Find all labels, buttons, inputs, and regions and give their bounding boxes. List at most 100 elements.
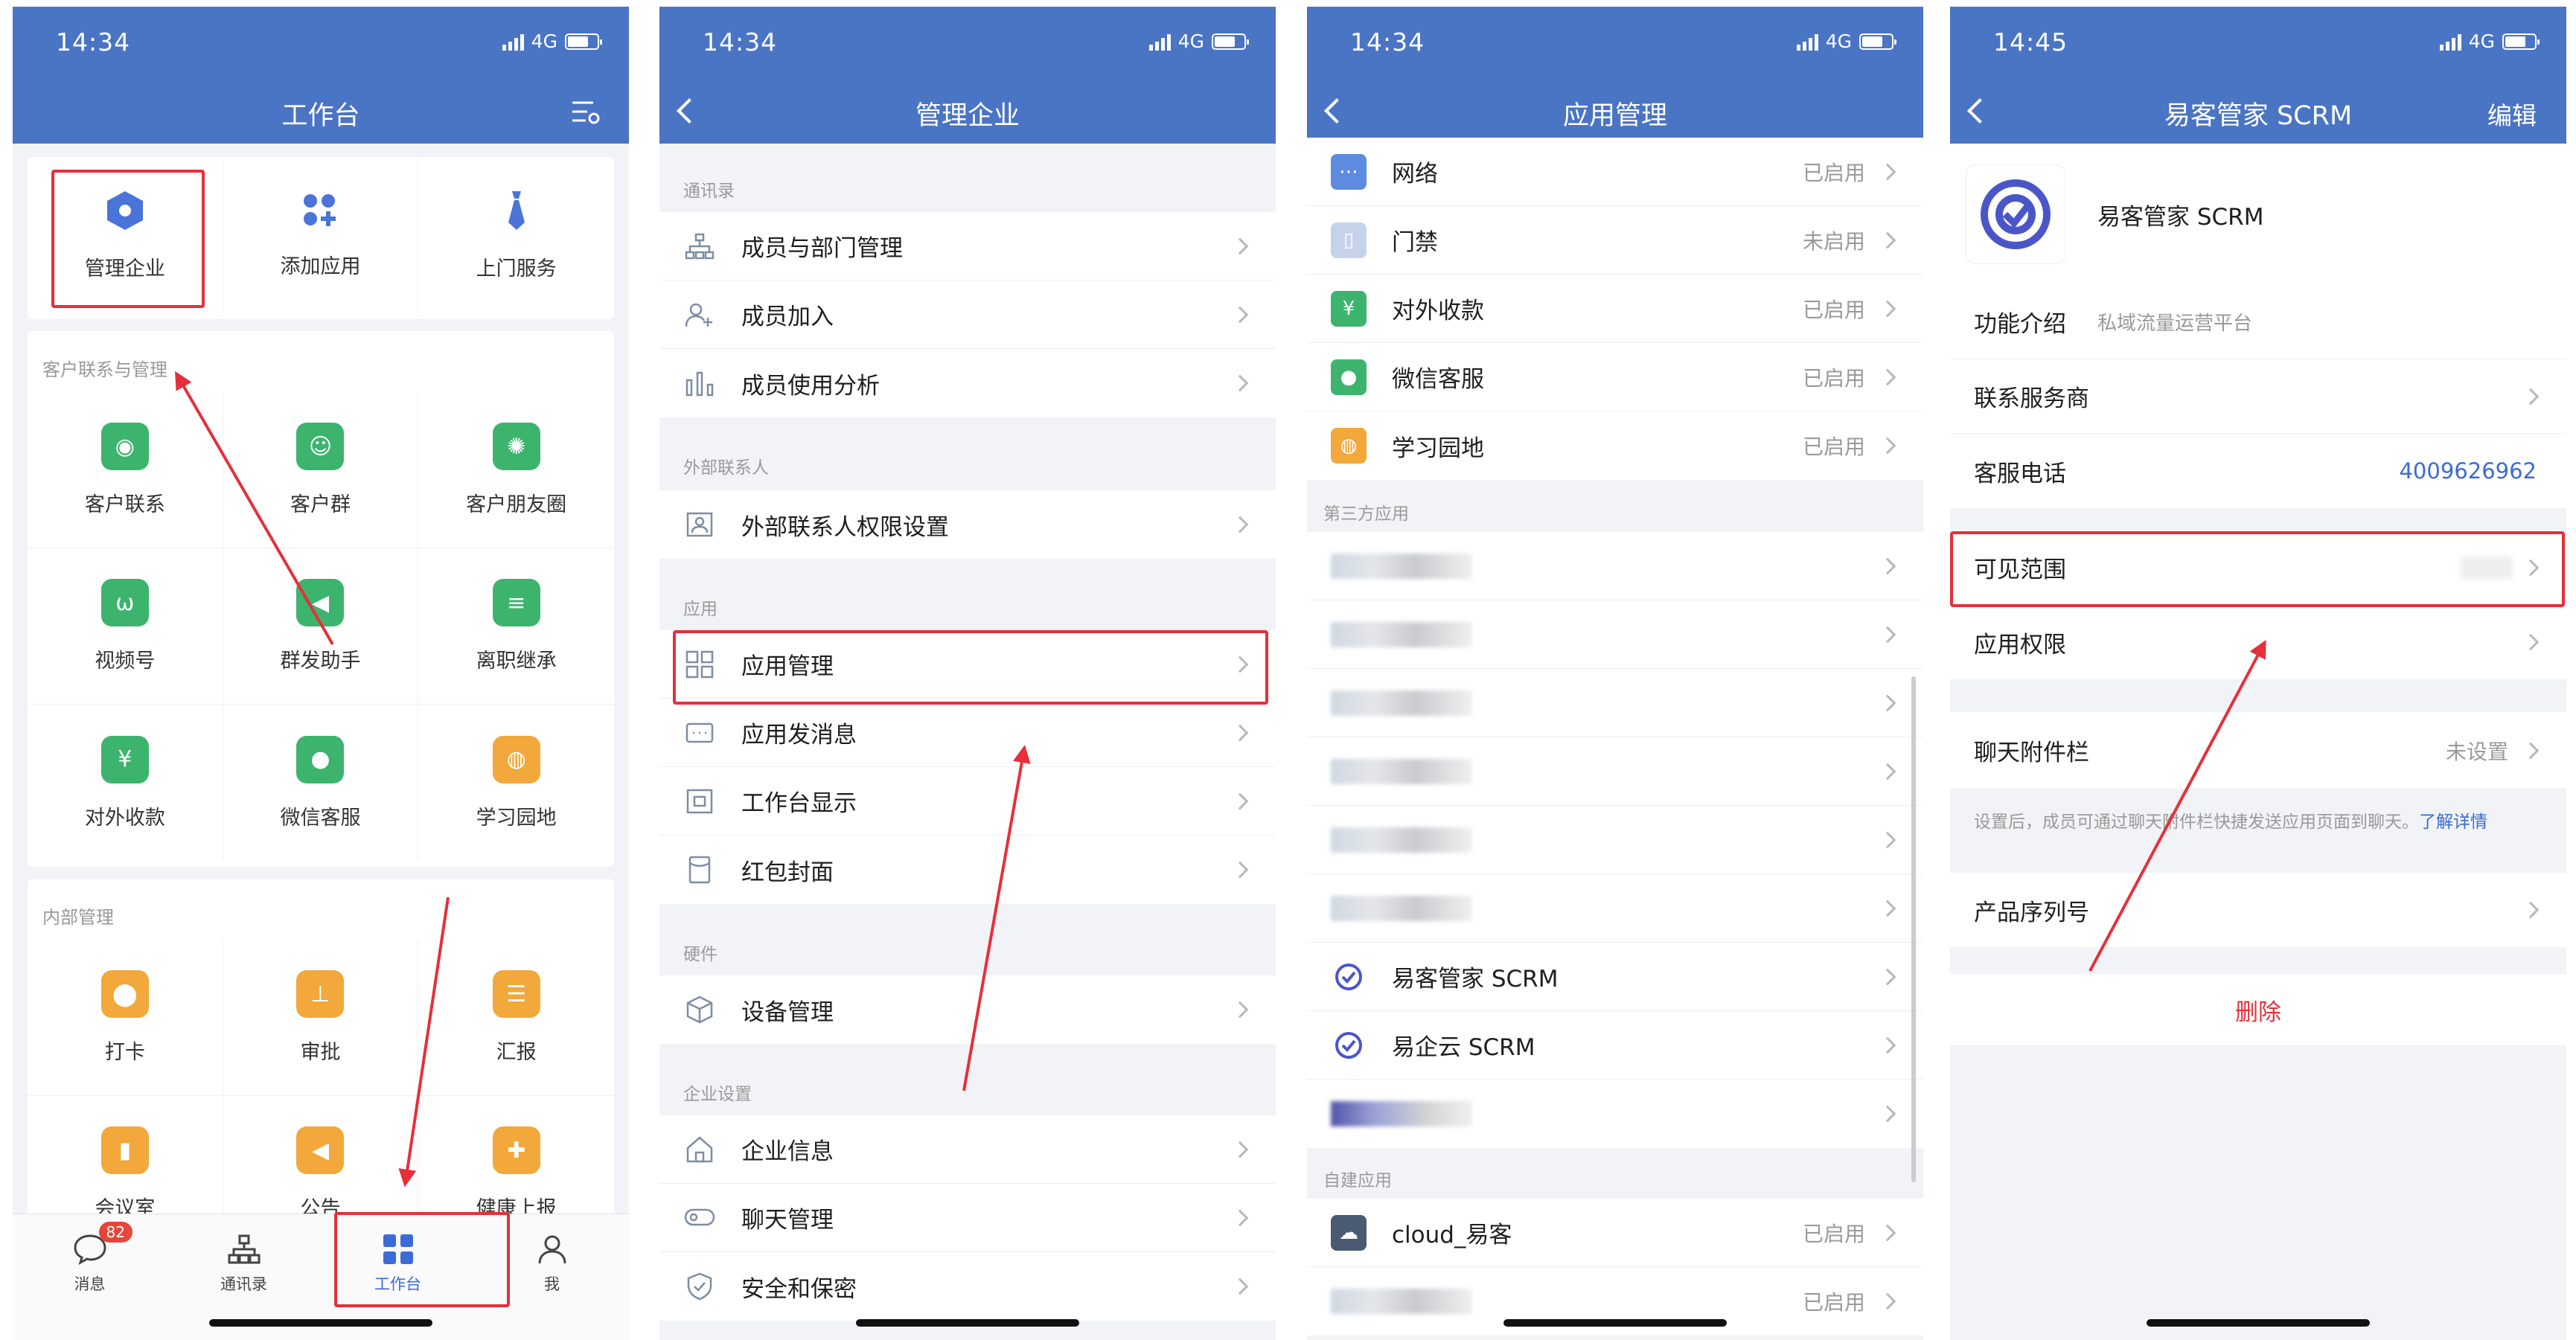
page-title: 工作台 (281, 101, 360, 131)
app-external-payment[interactable]: ¥ 对外收款 (28, 705, 223, 861)
row-member-usage[interactable]: 成员使用分析 (659, 349, 1276, 417)
row-value: 私域流量运营平台 (2097, 312, 2253, 335)
learn-more-link[interactable]: 了解详情 (2419, 812, 2487, 832)
highlight-app-management (673, 630, 1268, 705)
chevron-right-icon (1879, 900, 1896, 917)
app-row-wechat-service[interactable]: ● 微信客服 已启用 (1307, 343, 1923, 411)
app-label: 群发助手 (280, 650, 361, 673)
status-indicators: 4G (1796, 31, 1896, 52)
add-app-button[interactable]: 添加应用 (223, 157, 419, 313)
app-label: 审批 (300, 1041, 341, 1064)
chevron-right-icon (2522, 388, 2540, 405)
app-row-blurred[interactable] (1307, 532, 1923, 600)
tab-messages[interactable]: 82 消息 (13, 1214, 167, 1340)
blurred-app-entry (1331, 895, 1472, 921)
app-row-cloud-yike[interactable]: ☁ cloud_易客 已启用 (1307, 1199, 1923, 1267)
row-label: 外部联系人权限设置 (741, 513, 949, 541)
status-indicators: 4G (502, 31, 602, 52)
app-row-external-payment[interactable]: ¥ 对外收款 已启用 (1307, 275, 1923, 343)
app-row-blurred[interactable] (1307, 737, 1923, 806)
row-contact-provider[interactable]: 联系服务商 (1950, 359, 2566, 434)
row-member-department[interactable]: 成员与部门管理 (659, 212, 1276, 280)
row-service-phone[interactable]: 客服电话 4009626962 (1950, 434, 2566, 508)
row-app-send-message[interactable]: 应用发消息 (659, 699, 1276, 767)
moments-icon: ✺ (492, 423, 540, 470)
row-label: 功能介绍 (1974, 311, 2066, 338)
chevron-right-icon (1231, 861, 1249, 879)
chevron-right-icon (1879, 163, 1896, 180)
chat-attachment-note: 设置后，成员可通过聊天附件栏快捷发送应用页面到聊天。了解详情 (1950, 789, 2566, 873)
battery-icon (565, 33, 602, 50)
row-red-packet-cover[interactable]: 红包封面 (659, 836, 1276, 904)
phone-app-management: 14:34 4G 应用管理 ⋯ 网络 已启用 ▯ 门禁 未启用 ¥ 对外收款 已启用 ● 微信… (1307, 7, 1923, 1340)
display-icon (683, 785, 716, 818)
settings-sort-icon[interactable] (571, 99, 601, 129)
blurred-app-entry (1331, 553, 1472, 579)
app-report[interactable]: ☰ 汇报 (418, 940, 614, 1096)
onsite-service-button[interactable]: 上门服务 (418, 157, 614, 313)
app-row-blurred[interactable] (1307, 806, 1923, 874)
status-time: 14:45 (1993, 28, 2068, 57)
row-security[interactable]: 安全和保密 (659, 1252, 1276, 1321)
service-chat-icon: ● (296, 735, 345, 783)
app-learning-garden[interactable]: ◍ 学习园地 (418, 705, 614, 861)
row-label: 设备管理 (741, 998, 834, 1026)
app-header: 易客管家 SCRM (1950, 144, 2566, 285)
row-label: cloud_易客 (1392, 1222, 1512, 1248)
app-info-list: 功能介绍 私域流量运营平台 联系服务商 客服电话 4009626962 (1950, 285, 2566, 508)
edit-button[interactable]: 编辑 (2487, 96, 2537, 132)
app-row-blurred[interactable] (1307, 874, 1923, 943)
row-external-permissions[interactable]: 外部联系人权限设置 (659, 490, 1276, 559)
scrollbar[interactable] (1911, 676, 1916, 1182)
row-label: 网络 (1392, 161, 1438, 187)
blurred-app-entry (1331, 827, 1472, 853)
app-row-network[interactable]: ⋯ 网络 已启用 (1307, 138, 1923, 206)
row-label: 学习园地 (1392, 435, 1484, 462)
delete-button[interactable]: 删除 (2235, 993, 2281, 1027)
row-chat-management[interactable]: 聊天管理 (659, 1184, 1276, 1252)
chevron-right-icon (1879, 694, 1896, 711)
app-resign-handover[interactable]: ≡ 离职继承 (418, 548, 614, 705)
app-row-blurred[interactable] (1307, 1080, 1923, 1148)
onsite-service-label: 上门服务 (476, 257, 557, 280)
app-health-report[interactable]: ✚ 健康上报 (418, 1096, 614, 1221)
signal-icon (502, 33, 524, 51)
chevron-right-icon (1231, 1141, 1249, 1158)
app-row-door-access[interactable]: ▯ 门禁 未启用 (1307, 206, 1923, 275)
app-row-yike-scrm[interactable]: 易客管家 SCRM (1307, 943, 1923, 1011)
row-label: 微信客服 (1392, 366, 1484, 393)
app-announcement[interactable]: ◀ 公告 (223, 1096, 419, 1221)
app-row-learning-garden[interactable]: ◍ 学习园地 已启用 (1307, 411, 1923, 480)
app-approval[interactable]: ⊥ 审批 (223, 940, 419, 1096)
signal-icon (1148, 33, 1171, 51)
app-meeting-room[interactable]: ▮ 会议室 (28, 1096, 223, 1221)
row-serial-number[interactable]: 产品序列号 (1950, 873, 2566, 947)
row-device-management[interactable]: 设备管理 (659, 975, 1276, 1044)
app-wechat-service[interactable]: ● 微信客服 (223, 705, 419, 861)
row-enterprise-info[interactable]: 企业信息 (659, 1115, 1276, 1184)
app-customer-contact[interactable]: ◉ 客户联系 (28, 392, 223, 548)
service-chat-icon: ● (1331, 359, 1367, 395)
phone-workbench: 14:34 4G 工作台 管理企业 添加应用 上门服务 客户联系与管理 ◉ 客户… (13, 7, 629, 1340)
row-workbench-display[interactable]: 工作台显示 (659, 767, 1276, 836)
message-box-icon (683, 717, 716, 749)
tab-label: 通讯录 (220, 1275, 267, 1293)
app-row-yiqiyun-scrm[interactable]: 易企云 SCRM (1307, 1011, 1923, 1080)
app-row-blurred[interactable] (1307, 669, 1923, 737)
row-chat-attachment[interactable]: 聊天附件栏 未设置 (1950, 712, 2566, 789)
app-label: 对外收款 (84, 806, 165, 830)
app-checkin[interactable]: ⬤ 打卡 (28, 940, 223, 1096)
service-phone-link[interactable]: 4009626962 (2399, 458, 2537, 484)
org-tree-icon (683, 230, 716, 263)
app-customer-moments[interactable]: ✺ 客户朋友圈 (418, 392, 614, 548)
app-label: 微信客服 (280, 806, 361, 830)
highlight-workbench-tab (334, 1212, 510, 1307)
row-label: 产品序列号 (1974, 899, 2089, 926)
app-video-channel[interactable]: ω 视频号 (28, 548, 223, 705)
bullhorn-icon: ◀ (296, 1126, 345, 1174)
app-customer-group[interactable]: ☺ 客户群 (223, 392, 419, 548)
home-indicator (2147, 1319, 2370, 1327)
row-member-join[interactable]: 成员加入 (659, 280, 1276, 349)
app-row-blurred[interactable] (1307, 600, 1923, 669)
chevron-right-icon (1879, 368, 1896, 385)
